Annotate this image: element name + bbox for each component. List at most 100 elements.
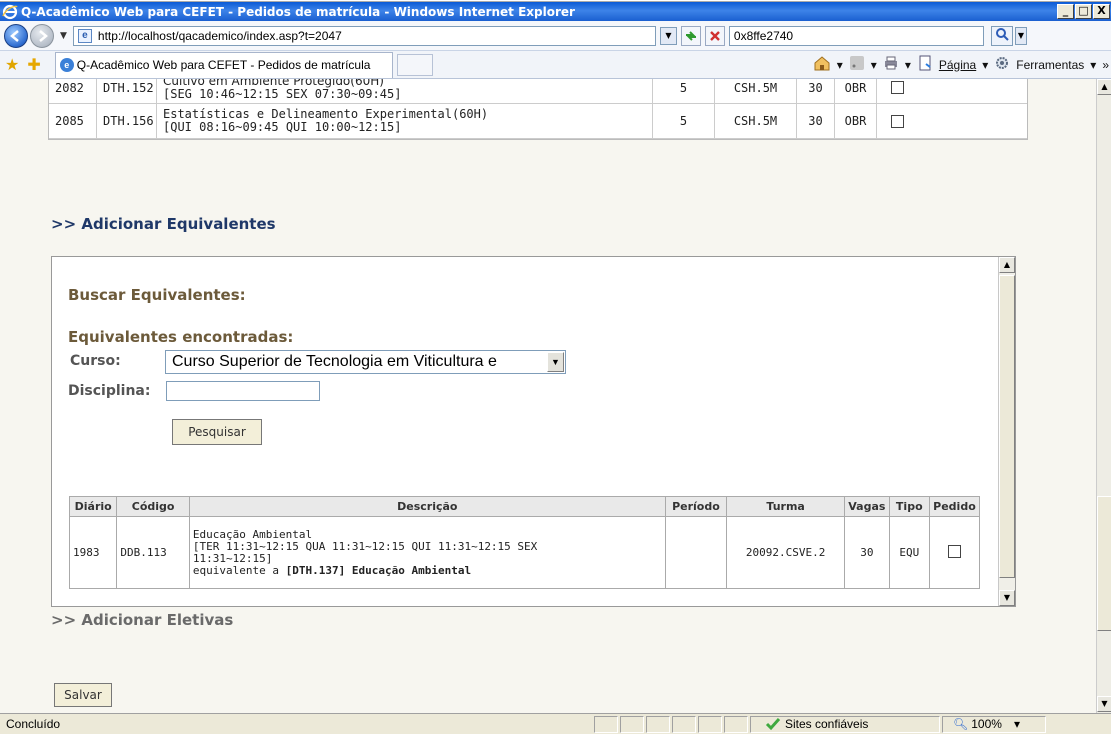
pedido-checkbox[interactable]	[890, 81, 904, 94]
command-bar: ★ ✚ e Q-Acadêmico Web para CEFET - Pedid…	[0, 51, 1111, 79]
desc-schedule: [QUI 08:16~09:45 QUI 10:00~12:15]	[163, 120, 402, 134]
cell-tipo: OBR	[835, 104, 877, 138]
new-tab-button[interactable]	[396, 53, 433, 76]
search-input[interactable]: 0x8ffe2740	[728, 25, 984, 46]
status-segment	[698, 715, 722, 733]
page-scroll-down-icon[interactable]: ▼	[1097, 696, 1111, 712]
add-favorites-icon[interactable]: ✚	[27, 55, 40, 74]
window-titlebar: Q-Acadêmico Web para CEFET - Pedidos de …	[0, 2, 1111, 21]
table-row: 1983 DDB.113 Educação Ambiental [TER 11:…	[68, 516, 981, 589]
pedido-checkbox[interactable]	[947, 544, 961, 558]
disciplina-label: Disciplina:	[68, 383, 151, 399]
back-arrow-icon	[10, 29, 19, 42]
tools-menu[interactable]: Ferramentas	[1016, 58, 1084, 72]
command-buttons: ▾ ▾ ▾ Página ▾ Ferramentas ▾ »	[813, 55, 1111, 74]
minimize-button[interactable]: _	[1057, 4, 1074, 19]
ie-logo-icon	[2, 4, 18, 19]
zoom-dropdown-icon[interactable]: ▾	[1014, 717, 1020, 731]
results-table: Diário Código Descrição Período Turma Va…	[68, 496, 981, 589]
address-field[interactable]: e http://localhost/qacademico/index.asp?…	[72, 25, 656, 46]
feeds-icon[interactable]	[849, 55, 865, 74]
cell-pedido	[877, 79, 917, 103]
header-turma: Turma	[726, 496, 846, 517]
cell-tipo: EQU	[888, 516, 930, 589]
page-dropdown-icon[interactable]: ▾	[982, 58, 988, 72]
panel-scrollbar[interactable]: ▲ ▼	[998, 257, 1015, 606]
panel-scroll-thumb[interactable]	[999, 275, 1015, 578]
favorites-star-icon[interactable]: ★	[5, 55, 19, 74]
status-segment	[594, 715, 618, 733]
close-button[interactable]: X	[1093, 4, 1110, 19]
home-dropdown-icon[interactable]: ▾	[837, 58, 843, 72]
tools-gear-icon[interactable]	[994, 55, 1010, 74]
cell-codigo: DTH.156	[97, 104, 157, 138]
cell-vagas: 30	[844, 516, 890, 589]
zone-label: Sites confiáveis	[785, 717, 869, 731]
refresh-button[interactable]	[680, 25, 701, 46]
page-scrollbar[interactable]: ▲ ▼	[1096, 79, 1111, 713]
cell-turma: CSH.5M	[715, 104, 797, 138]
search-button[interactable]	[990, 25, 1013, 46]
curso-select[interactable]: Curso Superior de Tecnologia em Viticult…	[165, 350, 566, 374]
cell-pedido	[877, 104, 917, 138]
cell-descricao: Educação Ambiental [TER 11:31~12:15 QUA …	[188, 516, 666, 589]
address-dropdown-icon[interactable]: ▼	[659, 26, 677, 45]
desc-title: Educação Ambiental	[192, 527, 313, 541]
buscar-title: Buscar Equivalentes:	[68, 286, 246, 304]
header-codigo: Código	[116, 496, 190, 517]
maximize-button[interactable]: □	[1075, 4, 1092, 19]
cell-tipo: OBR	[835, 79, 877, 103]
equivalente-prefix: equivalente a	[192, 563, 286, 577]
zoom-control[interactable]: 🔍︎ 100% ▾	[942, 715, 1046, 733]
chevron-down-icon[interactable]: ▼	[547, 352, 564, 372]
subjects-table: 2082 DTH.152 Cultivo em Ambiente Protegi…	[48, 79, 1028, 140]
header-pedido: Pedido	[928, 496, 981, 517]
adicionar-eletivas-link[interactable]: >> Adicionar Eletivas	[51, 611, 233, 629]
panel-scroll-up-icon[interactable]: ▲	[999, 257, 1015, 273]
stop-button[interactable]	[704, 25, 725, 46]
tools-dropdown-icon[interactable]: ▾	[1090, 58, 1096, 72]
cell-codigo: DTH.152	[97, 79, 157, 103]
print-icon[interactable]	[883, 55, 899, 74]
pedido-checkbox[interactable]	[890, 114, 904, 128]
window-title: Q-Acadêmico Web para CEFET - Pedidos de …	[21, 4, 575, 19]
page-menu-icon[interactable]	[917, 55, 933, 74]
page-menu[interactable]: Página	[939, 58, 976, 72]
history-dropdown-icon[interactable]: ▼	[60, 31, 67, 41]
stop-icon	[710, 30, 720, 41]
feeds-dropdown-icon[interactable]: ▾	[871, 58, 877, 72]
salvar-button[interactable]: Salvar	[54, 683, 112, 707]
desc-equivalence: equivalente a [DTH.137] Educação Ambient…	[192, 563, 662, 577]
tab-ie-icon: e	[59, 58, 74, 72]
forward-button[interactable]	[30, 23, 54, 48]
pesquisar-button[interactable]: Pesquisar	[172, 419, 262, 445]
page-content: 2082 DTH.152 Cultivo em Ambiente Protegi…	[0, 79, 1096, 713]
refresh-icon	[685, 30, 696, 41]
adicionar-equivalentes-link[interactable]: >> Adicionar Equivalentes	[51, 215, 276, 233]
disciplina-input[interactable]	[166, 381, 320, 401]
search-options-icon[interactable]: ▼	[1014, 26, 1027, 45]
panel-content: Buscar Equivalentes: Equivalentes encont…	[52, 257, 999, 606]
header-periodo: Período	[664, 496, 728, 517]
security-zone[interactable]: Sites confiáveis	[750, 715, 940, 733]
status-segment	[672, 715, 696, 733]
cell-pedido	[928, 516, 981, 589]
curso-value: Curso Superior de Tecnologia em Viticult…	[172, 353, 497, 370]
status-segment	[646, 715, 670, 733]
table-row: 2085 DTH.156 Estatísticas e Delineamento…	[49, 104, 1027, 139]
print-dropdown-icon[interactable]: ▾	[905, 58, 911, 72]
table-row: 2082 DTH.152 Cultivo em Ambiente Protegi…	[49, 79, 1027, 104]
page-scroll-thumb[interactable]	[1097, 496, 1111, 631]
trusted-check-icon	[765, 718, 781, 731]
page-scroll-up-icon[interactable]: ▲	[1097, 79, 1111, 95]
more-chevron-icon[interactable]: »	[1102, 58, 1109, 72]
back-button[interactable]	[4, 23, 28, 48]
curso-label: Curso:	[70, 353, 121, 369]
address-url: http://localhost/qacademico/index.asp?t=…	[97, 28, 342, 43]
tab-current[interactable]: e Q-Acadêmico Web para CEFET - Pedidos d…	[54, 51, 393, 78]
cell-vagas: 30	[797, 104, 835, 138]
cell-vagas: 30	[797, 79, 835, 103]
panel-scroll-down-icon[interactable]: ▼	[999, 590, 1015, 606]
cell-turma: 20092.CSVE.2	[726, 516, 846, 589]
home-icon[interactable]	[813, 55, 831, 74]
